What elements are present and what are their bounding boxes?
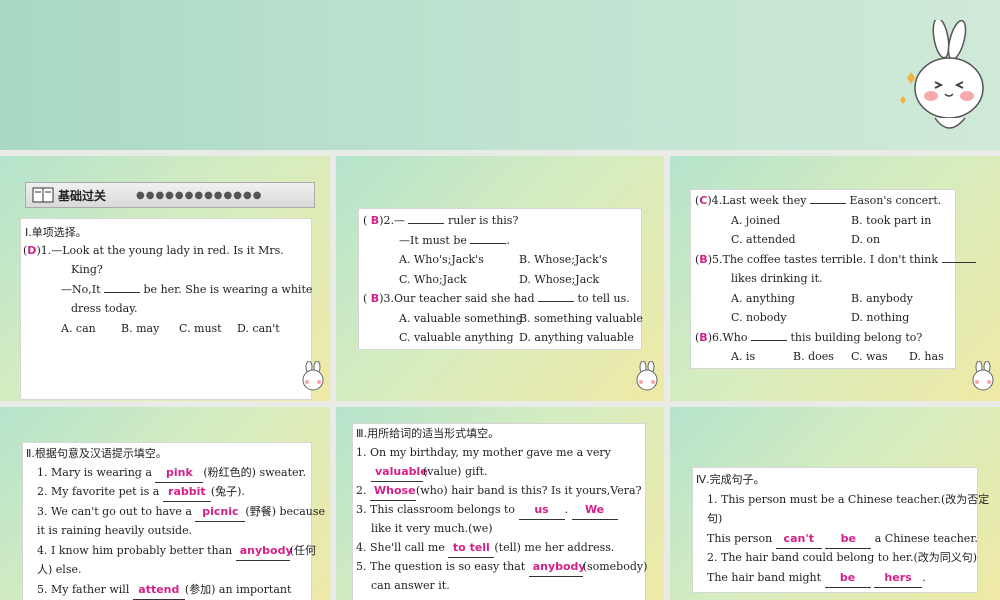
slide-panel-3[interactable]: (C)4.Last week they Eason's concert. A. … [670,156,1000,401]
sentence-1: 1. This person must be a Chinese teacher… [707,493,990,506]
question-4: (C)4.Last week they Eason's concert. [695,191,941,210]
option-d: D. nothing [851,311,910,324]
fill-item-3: 3. This classroom belongs to us. We [356,500,618,520]
slide-panel-4[interactable]: Ⅱ.根据句意及汉语提示填空。 1. Mary is wearing a pink… [0,407,330,600]
option-c: C. Who;Jack [399,273,467,286]
fill-item-5: 5. The question is so easy that anybody(… [356,557,647,577]
question-card: Ⅱ.根据句意及汉语提示填空。 1. Mary is wearing a pink… [22,442,325,600]
question-card: Ⅳ.完成句子。 1. This person must be a Chinese… [692,467,989,593]
bunny-mascot-icon [900,20,984,129]
sentence-2: 2. The hair band could belong to her.(改为… [707,551,978,564]
option-a: A. valuable something [399,312,523,325]
question-6: (B)6.Who this building belong to? [695,328,922,347]
fill-item-2: 2. My favorite pet is a rabbit (兔子). [37,482,245,502]
option-c: C. attended [731,233,796,246]
sentence-1-cont: 句) [707,512,723,525]
fill-item-5-cont: can answer it. [371,579,450,592]
fill-item-3-cont: like it very much.(we) [371,522,493,535]
fill-item-5: 5. My father will attend (参加) an importan… [37,580,291,600]
fill-item-4: 4. She'll call me to tell (tell) me her a… [356,538,614,558]
section-title: Ⅲ.用所给词的适当形式填空。 [356,427,500,440]
section-header-bar: 基础过关 ●●●●●●●●●●●●● [25,182,315,208]
question-1-line-4: dress today. [71,302,138,315]
option-a: A. Who's;Jack's [399,253,484,266]
fill-item-3: 3. We can't go out to have a picnic (野餐) … [37,502,325,522]
slide-panel-5[interactable]: Ⅲ.用所给词的适当形式填空。 1. On my birthday, my mot… [336,407,664,600]
option-b: B. took part in [851,214,932,227]
section-title: Ⅱ.根据句意及汉语提示填空。 [26,447,167,460]
option-b: B. Whose;Jack's [519,253,608,266]
section-title: Ⅳ.完成句子。 [696,473,765,486]
book-icon [32,187,54,203]
section-header-title: 基础过关 [58,189,107,203]
sentence-1-answer: This person can't be a Chinese teacher. [707,529,978,549]
question-1-line-2: King? [71,263,103,276]
option-d: D. anything valuable [519,331,634,344]
header-dots: ●●●●●●●●●●●●● [136,190,263,201]
fill-item-1: 1. Mary is wearing a pink (粉红色的) sweater. [37,463,306,483]
question-1: (D)1.—Look at the young lady in red. Is … [23,244,284,257]
question-2: ( B)2.— ruler is this? [363,211,518,230]
question-5: (B)5.The coffee tastes terrible. I don't… [695,250,976,269]
question-5-line-2: likes drinking it. [731,272,823,285]
option-b: B. something valuable [519,312,643,325]
slide-panel-1[interactable]: 基础过关 ●●●●●●●●●●●●● Ⅰ.单项选择。 (D)1.—Look at… [0,156,330,401]
question-2-line-2: —It must be . [399,231,510,250]
option-b: B. may [121,322,160,335]
fill-item-4: 4. I know him probably better than anybo… [37,541,316,561]
fill-item-4-cont: 人) else. [37,563,82,576]
option-c: C. was [851,350,888,363]
option-d: D. has [909,350,944,363]
option-a: A. joined [731,214,781,227]
option-a: A. anything [731,292,795,305]
option-c: C. must [179,322,222,335]
question-3: ( B)3.Our teacher said she had to tell u… [363,289,630,308]
question-1-line-3: —No,It be her. She is wearing a white [61,280,312,299]
option-a: A. can [61,322,96,335]
bunny-small-icon [636,361,658,391]
option-c: C. nobody [731,311,787,324]
option-b: B. does [793,350,834,363]
option-c: C. valuable anything [399,331,514,344]
top-banner [0,0,1000,150]
option-a: A. is [731,350,756,363]
slide-panel-2[interactable]: ( B)2.— ruler is this? —It must be . A. … [336,156,664,401]
bunny-small-icon [302,361,324,391]
option-b: B. anybody [851,292,913,305]
question-card: Ⅲ.用所给词的适当形式填空。 1. On my birthday, my mot… [352,423,647,600]
option-d: D. on [851,233,881,246]
fill-item-1-cont: valuable(value) gift. [371,462,488,482]
option-d: D. can't [237,322,280,335]
slide-panel-6[interactable]: Ⅳ.完成句子。 1. This person must be a Chinese… [670,407,1000,600]
section-title: Ⅰ.单项选择。 [25,226,87,239]
fill-item-1: 1. On my birthday, my mother gave me a v… [356,446,611,459]
question-card: (C)4.Last week they Eason's concert. A. … [690,189,976,369]
fill-item-2: 2. Whose(who) hair band is this? Is it y… [356,481,641,501]
option-d: D. Whose;Jack [519,273,600,286]
fill-item-3-cont: it is raining heavily outside. [37,524,193,537]
sentence-2-answer: The hair band might be hers. [707,568,926,588]
question-card: ( B)2.— ruler is this? —It must be . A. … [358,208,643,350]
bunny-small-icon [972,361,994,391]
question-card: Ⅰ.单项选择。 (D)1.—Look at the young lady in … [20,218,312,400]
